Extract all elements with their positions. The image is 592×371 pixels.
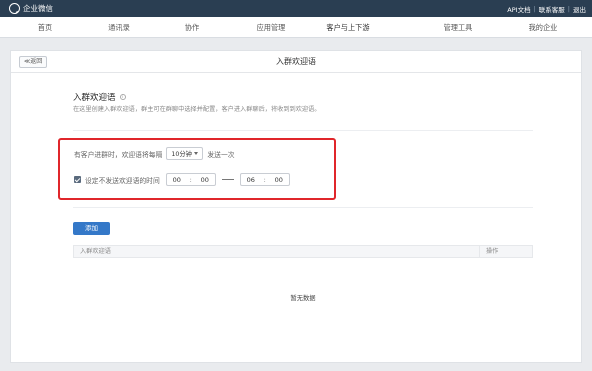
wecom-logo-icon: [9, 3, 20, 14]
panel-header: 入群欢迎语 ≪返回: [11, 51, 581, 73]
contact-support-link[interactable]: 联系客服: [539, 4, 565, 14]
add-button[interactable]: 添加: [73, 222, 110, 235]
column-header-action: 操作: [479, 246, 498, 257]
nav-management-tools[interactable]: 管理工具: [416, 17, 500, 38]
divider: [73, 207, 533, 208]
interval-prefix: 有客户进群时，欢迎语将每隔: [74, 150, 163, 159]
interval-select[interactable]: 10分钟: [166, 147, 204, 160]
info-icon[interactable]: i: [119, 94, 126, 100]
back-button[interactable]: ≪返回: [19, 56, 48, 68]
separator: |: [533, 5, 536, 13]
range-dash: [221, 179, 234, 180]
interval-suffix: 发送一次: [207, 150, 235, 159]
brand[interactable]: 企业微信: [9, 3, 53, 14]
nav-my-company[interactable]: 我的企业: [501, 17, 585, 38]
start-time-input[interactable]: 00 : 00: [165, 173, 216, 186]
top-links: API文档 | 联系客服 | 退出: [507, 4, 586, 14]
start-minute[interactable]: 00: [195, 176, 215, 184]
quiet-time-label: 设定不发送欢迎语的时间: [85, 176, 160, 185]
empty-state: 暂无数据: [290, 295, 316, 302]
end-time-input[interactable]: 06 : 00: [239, 173, 290, 186]
start-hour[interactable]: 00: [167, 176, 187, 184]
nav-app-management[interactable]: 应用管理: [229, 17, 313, 38]
quiet-time-checkbox[interactable]: [74, 176, 81, 183]
brand-name: 企业微信: [23, 4, 53, 13]
chevron-down-icon: [194, 152, 199, 155]
nav-contacts[interactable]: 通讯录: [77, 17, 161, 38]
main-nav: 首页 通讯录 协作 应用管理 客户与上下游 管理工具 我的企业: [0, 17, 592, 38]
end-hour[interactable]: 06: [241, 176, 261, 184]
column-header-welcome: 入群欢迎语: [80, 248, 111, 255]
api-docs-link[interactable]: API文档: [507, 4, 530, 14]
end-minute[interactable]: 00: [269, 176, 289, 184]
content-panel: 入群欢迎语 ≪返回 入群欢迎语 i 在这里创建入群欢迎语，群主可在群聊中选择并配…: [10, 50, 582, 363]
time-colon: :: [189, 175, 192, 184]
top-bar: 企业微信 API文档 | 联系客服 | 退出: [0, 0, 592, 17]
logout-link[interactable]: 退出: [573, 4, 586, 14]
nav-home[interactable]: 首页: [3, 17, 87, 38]
nav-customers[interactable]: 客户与上下游: [306, 17, 390, 38]
interval-value: 10分钟: [171, 151, 192, 158]
time-colon: :: [263, 175, 266, 184]
nav-collaboration[interactable]: 协作: [150, 17, 234, 38]
divider: [73, 130, 533, 131]
page-title: 入群欢迎语: [276, 57, 316, 66]
separator: |: [567, 5, 570, 13]
interval-setting: 有客户进群时，欢迎语将每隔 10分钟 发送一次: [74, 147, 235, 160]
table-header: 入群欢迎语 操作: [73, 245, 533, 258]
section-heading: 入群欢迎语 i: [73, 91, 126, 103]
quiet-time-setting: 设定不发送欢迎语的时间 00 : 00 06 : 00: [74, 173, 290, 186]
section-title: 入群欢迎语: [73, 93, 116, 103]
section-description: 在这里创建入群欢迎语，群主可在群聊中选择并配置，客户进入群聊后，将收到到欢迎语。: [73, 106, 321, 113]
